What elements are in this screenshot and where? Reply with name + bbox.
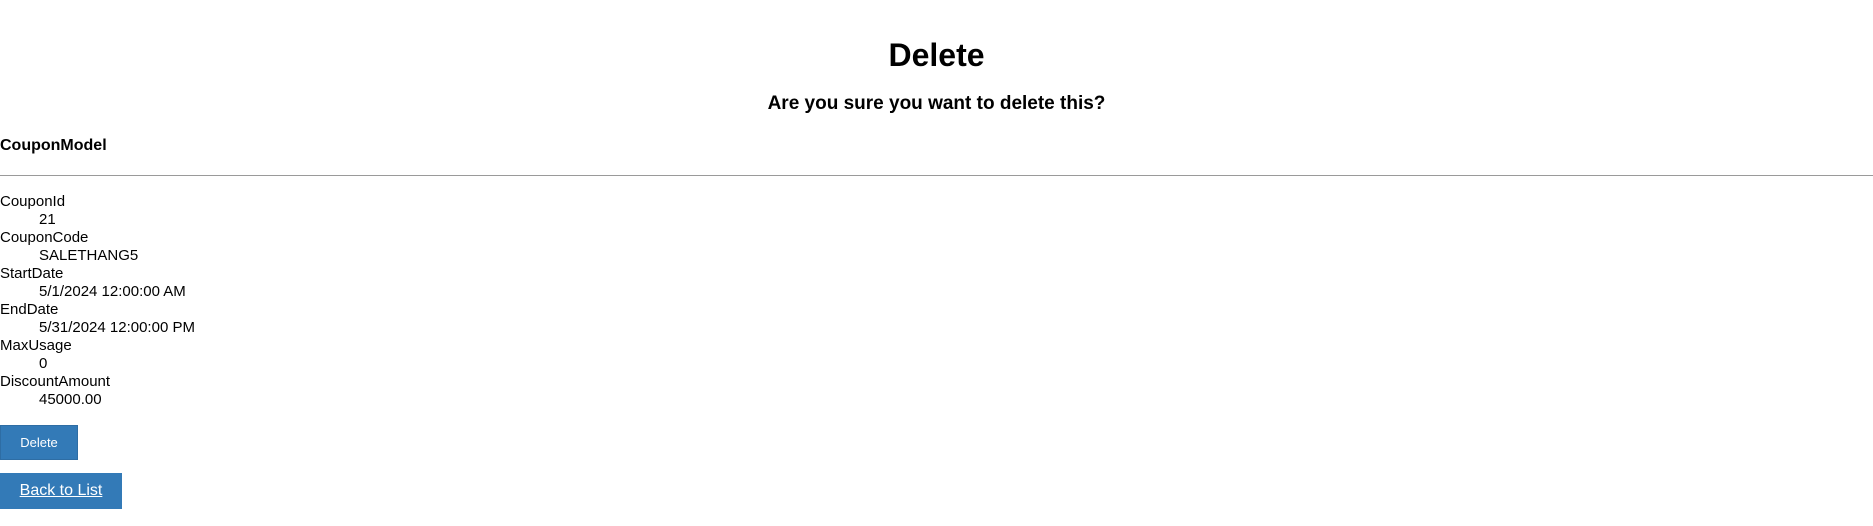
- field-value-couponid: 21: [39, 211, 56, 228]
- delete-button[interactable]: Delete: [0, 425, 78, 460]
- details-list: CouponId 21 CouponCode SALETHANG5 StartD…: [0, 193, 195, 409]
- field-label-discountamount: DiscountAmount: [0, 373, 111, 390]
- back-to-list-link[interactable]: Back to List: [0, 473, 122, 509]
- field-label-couponcode: CouponCode: [0, 229, 89, 246]
- field-label-startdate: StartDate: [0, 265, 64, 282]
- field-value-couponcode: SALETHANG5: [39, 247, 139, 264]
- page-title: Delete: [888, 37, 985, 73]
- page: Delete Are you sure you want to delete t…: [0, 0, 1873, 526]
- field-value-enddate: 5/31/2024 12:00:00 PM: [39, 319, 195, 336]
- model-name: CouponModel: [0, 137, 107, 154]
- field-value-discountamount: 45000.00: [39, 391, 102, 408]
- field-value-startdate: 5/1/2024 12:00:00 AM: [39, 283, 186, 300]
- field-label-couponid: CouponId: [0, 193, 66, 210]
- confirm-question: Are you sure you want to delete this?: [767, 93, 1106, 114]
- field-value-maxusage: 0: [39, 355, 48, 372]
- divider: [0, 175, 1873, 176]
- field-label-enddate: EndDate: [0, 301, 59, 318]
- field-label-maxusage: MaxUsage: [0, 337, 72, 354]
